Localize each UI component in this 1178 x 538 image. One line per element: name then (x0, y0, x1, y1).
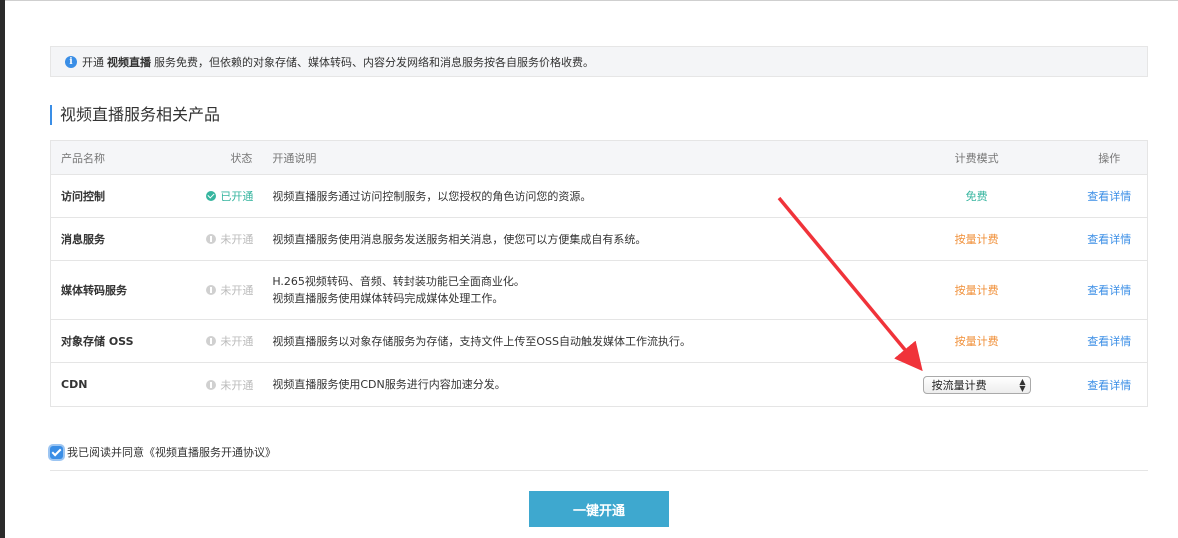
window-edge (0, 0, 5, 538)
table-row: 消息服务 未开通 视频直播服务使用消息服务发送服务相关消息，使您可以方便集成自有… (50, 217, 1148, 261)
row-name: 消息服务 (50, 217, 173, 261)
status-badge: 已开通 (206, 188, 253, 204)
description-line: 视频直播服务通过访问控制服务，以您授权的角色访问您的资源。 (272, 189, 592, 203)
view-details-link[interactable]: 查看详情 (1087, 190, 1131, 203)
op-cell: 查看详情 (1081, 319, 1148, 363)
status-badge: 未开通 (206, 333, 253, 349)
op-cell: 查看详情 (1082, 363, 1148, 407)
status-badge: 未开通 (206, 282, 253, 298)
divider (50, 470, 1148, 471)
notice-prefix: 开通 (82, 55, 104, 69)
status-cell: 未开通 (172, 319, 273, 363)
one-click-activate-button[interactable]: 一键开通 (529, 491, 669, 527)
info-circle-icon (206, 336, 217, 346)
status-text: 未开通 (220, 233, 254, 246)
description-line: 视频直播服务使用CDN服务进行内容加速分发。 (272, 378, 506, 391)
description-line: 视频直播服务使用消息服务发送服务相关消息，使您可以方便集成自有系统。 (272, 232, 647, 246)
billing-select-value: 按流量计费 (931, 378, 987, 392)
info-notice: i 开通 视频直播 服务免费，但依赖的对象存储、媒体转码、内容分发网络和消息服务… (50, 46, 1148, 77)
billing-cell: 按量计费 (871, 260, 1082, 320)
header-status: 状态 (172, 140, 273, 175)
description-line: 视频直播服务以对象存储服务为存储，支持文件上传至OSS自动触发媒体工作流执行。 (272, 334, 691, 348)
description-cell: 视频直播服务以对象存储服务为存储，支持文件上传至OSS自动触发媒体工作流执行。 (272, 319, 872, 363)
view-details-link[interactable]: 查看详情 (1087, 335, 1131, 348)
updown-arrow-icon: ▲ ▼ (1019, 376, 1026, 393)
top-border (5, 0, 1178, 1)
header-billing: 计费模式 (871, 140, 1082, 175)
row-name: 对象存储 OSS (50, 319, 173, 363)
row-name: CDN (61, 378, 88, 391)
header-desc: 开通说明 (272, 140, 872, 175)
agree-text: 我已阅读并同意 (67, 446, 144, 459)
header-op: 操作 (1081, 140, 1148, 175)
view-details-link[interactable]: 查看详情 (1087, 379, 1131, 392)
row-name: 访问控制 (50, 174, 173, 218)
agreement: 我已阅读并同意 《视频直播服务开通协议》 (50, 444, 276, 460)
status-badge: 未开通 (206, 377, 253, 393)
status-badge: 未开通 (206, 231, 253, 247)
table-header-row: 产品名称 状态 开通说明 计费模式 操作 (50, 140, 1148, 175)
billing-select[interactable]: 按流量计费 ▲ ▼ (922, 375, 1031, 394)
info-circle-icon (206, 379, 217, 390)
description-cell: 视频直播服务使用消息服务发送服务相关消息，使您可以方便集成自有系统。 (272, 217, 872, 261)
notice-suffix: 服务免费，但依赖的对象存储、媒体转码、内容分发网络和消息服务按各自服务价格收费。 (154, 55, 594, 69)
status-cell: 未开通 (172, 363, 272, 407)
status-cell: 未开通 (172, 260, 273, 320)
info-icon: i (65, 55, 77, 68)
op-cell: 查看详情 (1081, 260, 1148, 320)
table-row: 访问控制 已开通 视频直播服务通过访问控制服务，以您授权的角色访问您的资源。 免… (50, 174, 1148, 218)
table-row: CDN 未开通 视频直播服务使用CDN服务进行内容加速分发。 按流量计费 ▲ ▼ … (51, 363, 1148, 407)
agreement-link[interactable]: 《视频直播服务开通协议》 (144, 444, 276, 460)
info-circle-icon (206, 285, 217, 295)
op-cell: 查看详情 (1081, 174, 1148, 218)
billing-mode: 按量计费 (954, 233, 999, 246)
view-details-link[interactable]: 查看详情 (1087, 233, 1131, 246)
description-line: H.265视频转码、音频、转封装功能已全面商业化。 (272, 275, 525, 288)
op-cell: 查看详情 (1081, 217, 1148, 261)
notice-service: 视频直播 (107, 55, 151, 69)
description-line: 视频直播服务使用媒体转码完成媒体处理工作。 (272, 292, 504, 305)
description-cell: 视频直播服务通过访问控制服务，以您授权的角色访问您的资源。 (272, 174, 872, 218)
status-text: 未开通 (220, 335, 254, 348)
products-table: 产品名称 状态 开通说明 计费模式 操作 访问控制 已开通 视频直播服务通过访问… (50, 140, 1148, 407)
billing-cell: 按流量计费 ▲ ▼ (872, 363, 1082, 407)
status-text: 未开通 (220, 378, 254, 392)
check-circle-icon (206, 191, 217, 201)
info-circle-icon (206, 234, 217, 244)
status-cell: 已开通 (172, 174, 273, 218)
billing-mode: 免费 (965, 190, 988, 203)
section-title: 视频直播服务相关产品 (50, 105, 220, 125)
view-details-link[interactable]: 查看详情 (1087, 284, 1131, 297)
billing-cell: 按量计费 (871, 217, 1082, 261)
row-name: 媒体转码服务 (50, 260, 173, 320)
agree-checkbox[interactable] (50, 445, 63, 459)
status-text: 未开通 (220, 284, 254, 297)
billing-cell: 按量计费 (871, 319, 1082, 363)
status-cell: 未开通 (172, 217, 273, 261)
description-cell: 视频直播服务使用CDN服务进行内容加速分发。 (272, 363, 871, 407)
billing-mode: 按量计费 (954, 335, 999, 348)
header-name: 产品名称 (50, 140, 173, 175)
table-row: 对象存储 OSS 未开通 视频直播服务以对象存储服务为存储，支持文件上传至OSS… (50, 319, 1148, 363)
table-row: 媒体转码服务 未开通 H.265视频转码、音频、转封装功能已全面商业化。 视频直… (50, 260, 1148, 320)
billing-mode: 按量计费 (954, 284, 999, 297)
status-text: 已开通 (220, 190, 254, 203)
billing-cell: 免费 (871, 174, 1082, 218)
description-cell: H.265视频转码、音频、转封装功能已全面商业化。 视频直播服务使用媒体转码完成… (272, 260, 872, 320)
